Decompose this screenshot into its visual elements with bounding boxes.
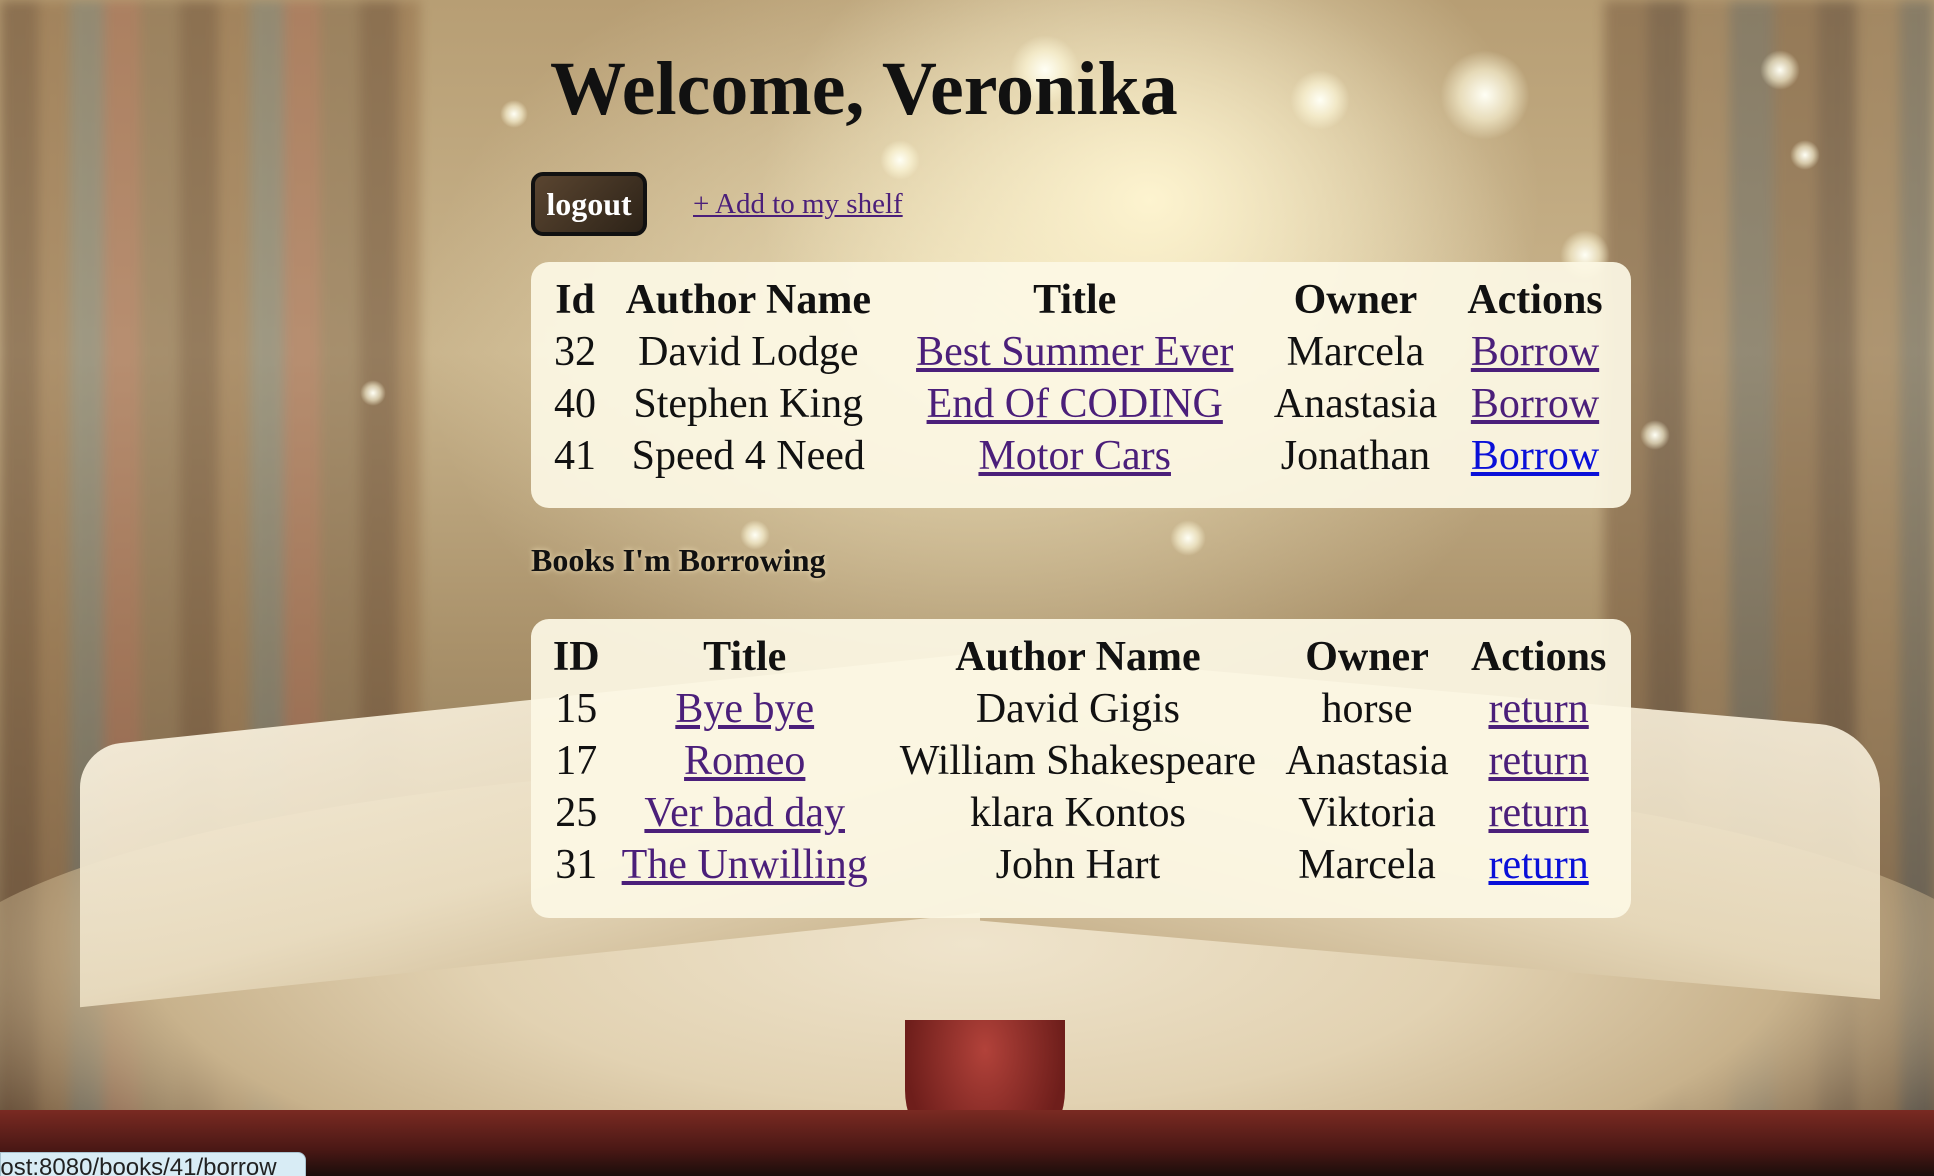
owner-name: Marcela: [1298, 842, 1436, 888]
sparkle: [880, 140, 920, 180]
link-status-bar: host:8080/books/41/borrow: [0, 1152, 306, 1176]
return-link[interactable]: return: [1488, 738, 1588, 784]
borrow-link[interactable]: Borrow: [1471, 329, 1599, 375]
author-name: Stephen King: [633, 381, 864, 427]
owner-name: Jonathan: [1280, 433, 1431, 479]
author-name: John Hart: [995, 842, 1161, 888]
table-row: 41 Speed 4 Need Motor Cars Jonathan Borr…: [545, 430, 1617, 482]
book-id: 40: [554, 381, 597, 427]
sparkle: [360, 380, 386, 406]
sparkle: [500, 100, 528, 128]
sparkle: [1290, 70, 1350, 130]
author-name: klara Kontos: [970, 790, 1186, 836]
book-id: 41: [554, 433, 597, 479]
book-id: 15: [555, 686, 598, 732]
owner-name: Marcela: [1286, 329, 1425, 375]
borrow-link[interactable]: Borrow: [1471, 433, 1599, 479]
borrow-link[interactable]: Borrow: [1471, 381, 1599, 427]
owner-name: Anastasia: [1285, 738, 1449, 784]
table-row: 25 Ver bad day klara Kontos Viktoria ret…: [545, 787, 1617, 839]
owner-name: Anastasia: [1273, 381, 1438, 427]
book-title-link[interactable]: Romeo: [684, 738, 805, 784]
table-row: 32 David Lodge Best Summer Ever Marcela …: [545, 326, 1617, 378]
column-header: Author Name: [625, 277, 871, 323]
book-id: 17: [555, 738, 598, 784]
table-row: 40 Stephen King End Of CODING Anastasia …: [545, 378, 1617, 430]
column-header: Owner: [1305, 634, 1429, 680]
author-name: David Gigis: [975, 686, 1180, 732]
return-link[interactable]: return: [1488, 790, 1588, 836]
return-link[interactable]: return: [1488, 686, 1588, 732]
book-id: 31: [555, 842, 598, 888]
column-header: Title: [1033, 277, 1117, 323]
table-row: 31 The Unwilling John Hart Marcela retur…: [545, 839, 1617, 891]
book-title-link[interactable]: Bye bye: [675, 686, 814, 732]
author-name: Speed 4 Need: [631, 433, 865, 479]
return-link[interactable]: return: [1488, 842, 1588, 888]
table-row: 17 Romeo William Shakespeare Anastasia r…: [545, 735, 1617, 787]
sparkle: [1440, 50, 1530, 140]
owner-name: horse: [1321, 686, 1413, 732]
author-name: William Shakespeare: [899, 738, 1257, 784]
sparkle: [1760, 50, 1800, 90]
column-header: ID: [552, 634, 600, 680]
available-books-table: Id Author Name Title Owner Actions 32 Da…: [531, 262, 1631, 508]
background-image: [0, 0, 1934, 1176]
borrowing-section-heading: Books I'm Borrowing: [531, 542, 826, 578]
book-id: 32: [554, 329, 597, 375]
column-header: Actions: [1467, 277, 1603, 323]
table-header-row: Id Author Name Title Owner Actions: [545, 274, 1617, 326]
book-title-link[interactable]: Motor Cars: [978, 433, 1171, 479]
table-row: 15 Bye bye David Gigis horse return: [545, 683, 1617, 735]
book-title-link[interactable]: Ver bad day: [644, 790, 845, 836]
sparkle: [1790, 140, 1820, 170]
book-title-link[interactable]: End Of CODING: [927, 381, 1223, 427]
column-header: Owner: [1293, 277, 1418, 323]
page-title: Welcome, Veronika: [550, 47, 1178, 131]
table-header-row: ID Title Author Name Owner Actions: [545, 631, 1617, 683]
column-header: Actions: [1470, 634, 1607, 680]
owner-name: Viktoria: [1298, 790, 1436, 836]
book-title-link[interactable]: Best Summer Ever: [916, 329, 1233, 375]
borrowing-table: ID Title Author Name Owner Actions 15 By…: [531, 619, 1631, 918]
logout-button[interactable]: logout: [531, 172, 647, 236]
status-url: host:8080/books/41/borrow: [0, 1154, 277, 1176]
add-to-shelf-link[interactable]: + Add to my shelf: [693, 188, 903, 221]
column-header: Title: [703, 634, 787, 680]
book-id: 25: [555, 790, 598, 836]
column-header: Id: [555, 277, 595, 323]
column-header: Author Name: [955, 634, 1201, 680]
author-name: David Lodge: [638, 329, 859, 375]
sparkle: [1170, 520, 1206, 556]
book-title-link[interactable]: The Unwilling: [622, 842, 868, 888]
sparkle: [1640, 420, 1670, 450]
